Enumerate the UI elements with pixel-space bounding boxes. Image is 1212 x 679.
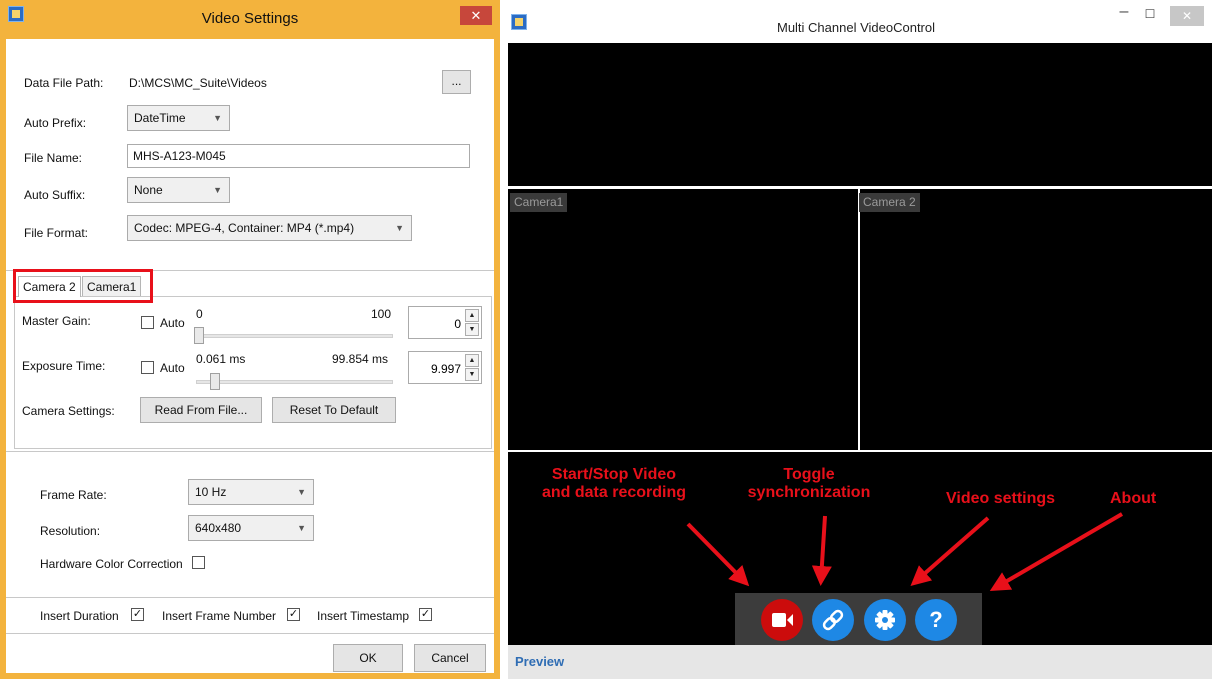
- status-label: Preview: [515, 654, 565, 669]
- about-button[interactable]: ?: [915, 599, 957, 641]
- arrow-start-stop: [686, 522, 750, 587]
- help-icon: ?: [929, 607, 943, 632]
- link-icon: [822, 609, 844, 631]
- arrow-toggle-sync: [811, 515, 832, 586]
- video-settings-button[interactable]: [864, 599, 906, 641]
- arrow-video-settings: [910, 516, 990, 586]
- arrow-about: [989, 512, 1124, 592]
- status-bar: [508, 645, 1212, 679]
- record-button[interactable]: [761, 599, 803, 641]
- record-icon: [772, 613, 793, 627]
- annotation-arrows: [686, 512, 1124, 592]
- sync-toggle-button[interactable]: [812, 599, 854, 641]
- gear-icon: [875, 610, 895, 630]
